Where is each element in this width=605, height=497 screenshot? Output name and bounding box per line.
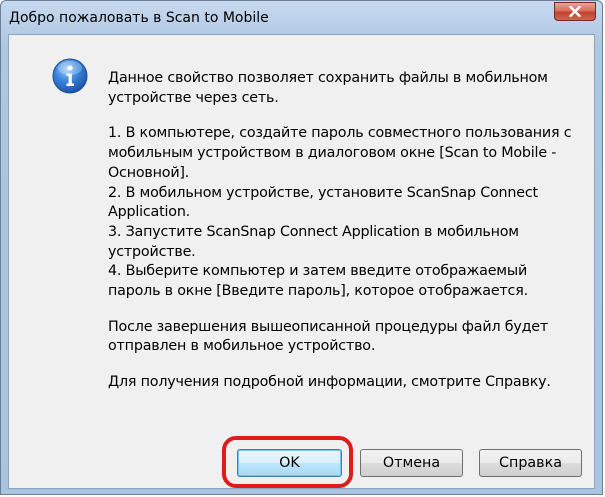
help-button-label: Справка bbox=[499, 455, 562, 471]
intro-text: Данное свойство позволяет сохранить файл… bbox=[108, 70, 548, 106]
cancel-button-label: Отмена bbox=[382, 455, 441, 471]
help-button[interactable]: Справка bbox=[479, 449, 582, 477]
step-2: 2. В мобильном устройстве, установите Sc… bbox=[108, 184, 538, 221]
help-note: Для получения подробной информации, смот… bbox=[108, 374, 551, 391]
message-text: Данное свойство позволяет сохранить файл… bbox=[108, 69, 580, 393]
ok-button[interactable]: OK bbox=[237, 449, 342, 477]
window-title: Добро пожаловать в Scan to Mobile bbox=[9, 10, 269, 26]
after-text: После завершения вышеописанной процедуры… bbox=[108, 318, 549, 355]
close-button[interactable] bbox=[554, 2, 596, 21]
step-1: 1. В компьютере, создайте пароль совмест… bbox=[108, 125, 572, 181]
title-bar[interactable]: Добро пожаловать в Scan to Mobile bbox=[1, 1, 602, 35]
ok-button-label: OK bbox=[279, 455, 300, 471]
close-icon bbox=[569, 6, 581, 17]
cancel-button[interactable]: Отмена bbox=[360, 449, 463, 477]
info-icon bbox=[52, 58, 88, 94]
step-3: 3. Запустите ScanSnap Connect Applicatio… bbox=[108, 223, 519, 260]
step-4: 4. Выберите компьютер и затем введите от… bbox=[108, 263, 528, 300]
